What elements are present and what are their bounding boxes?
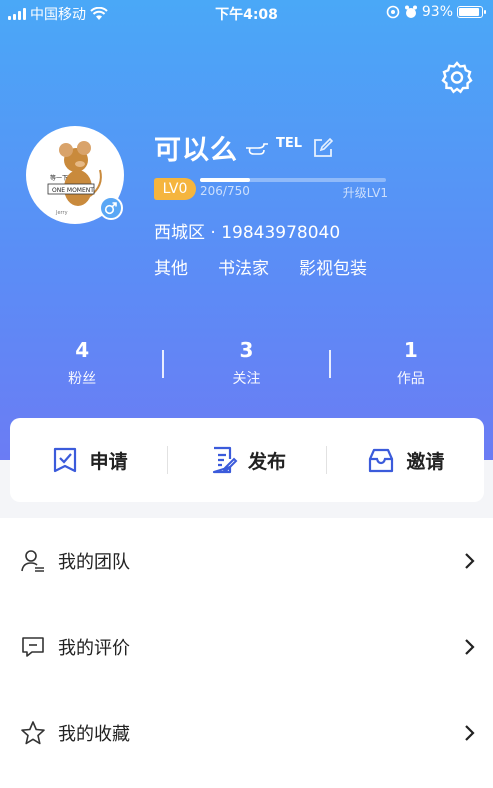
stat-following[interactable]: 3 关注 — [164, 338, 328, 394]
profile-tag: 其他 — [154, 259, 188, 279]
profile-tag: 影视包装 — [299, 259, 367, 279]
menu-item-label: 我的收藏 — [58, 724, 130, 745]
profile-menu: 我的团队 我的评价 我的收藏 — [0, 518, 493, 788]
chevron-right-icon — [465, 553, 475, 569]
action-card: 申请 发布 邀请 — [10, 418, 484, 502]
menu-item-favorites[interactable]: 我的收藏 — [0, 690, 493, 776]
male-gender-badge — [99, 196, 123, 220]
publish-label: 发布 — [247, 450, 286, 473]
location-phone: 西城区 · 19843978040 — [154, 223, 341, 243]
invite-icon — [369, 448, 394, 473]
stat-divider — [329, 350, 331, 378]
stat-works[interactable]: 1 作品 — [329, 338, 493, 394]
chevron-right-icon — [465, 639, 475, 655]
edit-profile-icon[interactable] — [312, 137, 334, 159]
level-progress-fill — [200, 178, 251, 182]
menu-item-reviews[interactable]: 我的评价 — [0, 604, 493, 690]
svg-text:等一下: 等一下 — [50, 174, 68, 182]
svg-text:ONE MOMENT: ONE MOMENT — [52, 187, 94, 194]
star-icon — [21, 721, 45, 745]
publish-button[interactable]: 发布 — [168, 445, 325, 475]
pointing-hand-icon — [246, 142, 268, 155]
apply-icon — [53, 447, 76, 473]
apply-button[interactable]: 申请 — [10, 445, 167, 475]
chevron-right-icon — [465, 725, 475, 741]
stat-value: 4 — [75, 338, 90, 362]
stat-followers[interactable]: 4 粉丝 — [0, 338, 164, 394]
stats-row: 4 粉丝 3 关注 1 作品 — [0, 338, 493, 394]
username-row: 可以么 TEL — [154, 128, 334, 167]
alarm-icon — [404, 5, 417, 18]
level-row: LV0 206/750 升级LV1 — [154, 178, 388, 200]
publish-icon — [212, 446, 238, 474]
battery-percent: 93% — [421, 4, 453, 20]
settings-gear-icon[interactable] — [440, 60, 474, 94]
battery-fill — [459, 8, 480, 16]
profile-tag: 书法家 — [218, 259, 269, 279]
lock-rotation-icon — [386, 5, 400, 19]
level-progress-track — [200, 178, 386, 182]
stat-label: 关注 — [232, 371, 261, 387]
team-icon — [21, 550, 44, 572]
level-badge: LV0 — [154, 178, 196, 200]
comment-icon — [22, 637, 44, 657]
next-level-text: 升级LV1 — [342, 186, 388, 200]
status-bar: 中国移动 下午4:08 93% — [0, 0, 493, 26]
stat-value: 1 — [403, 338, 418, 362]
xp-text: 206/750 — [200, 184, 250, 198]
username: 可以么 — [154, 135, 238, 166]
male-icon — [104, 202, 117, 215]
tel-tag: TEL — [276, 136, 303, 151]
battery-icon — [457, 6, 486, 18]
invite-label: 邀请 — [406, 450, 445, 473]
stat-value: 3 — [239, 338, 254, 362]
menu-item-label: 我的评价 — [58, 638, 130, 659]
stat-label: 粉丝 — [68, 371, 97, 387]
menu-item-team[interactable]: 我的团队 — [0, 518, 493, 604]
profile-tags: 其他 书法家 影视包装 — [154, 254, 367, 279]
apply-label: 申请 — [89, 450, 128, 473]
status-right: 93% — [386, 4, 486, 20]
stat-divider — [162, 350, 164, 378]
stat-label: 作品 — [396, 371, 425, 387]
menu-item-label: 我的团队 — [58, 552, 130, 573]
invite-button[interactable]: 邀请 — [327, 445, 484, 475]
svg-text:Jerry: Jerry — [55, 210, 68, 216]
